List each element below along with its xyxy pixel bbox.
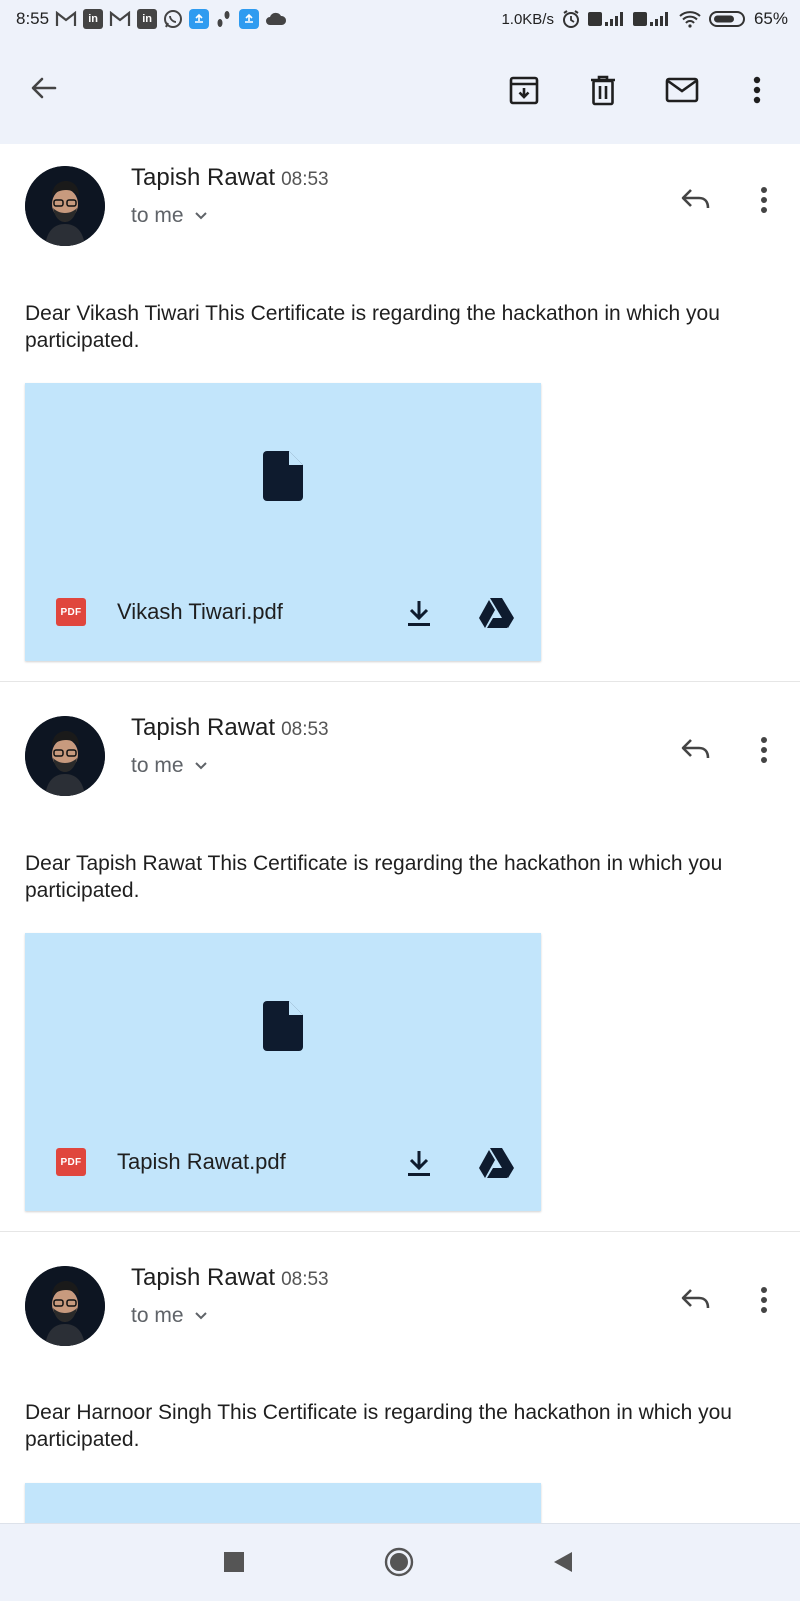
reply-icon	[681, 1289, 710, 1309]
footsteps-icon	[215, 9, 233, 29]
more-vertical-icon	[761, 737, 767, 763]
message-body: Dear Tapish Rawat This Certificate is re…	[25, 852, 723, 902]
message: Tapish Rawat 08:53 to me Dear Tapish Rawa…	[0, 694, 800, 1232]
trash-icon	[591, 75, 615, 106]
save-to-drive-button[interactable]	[474, 1141, 518, 1185]
recents-square-icon	[224, 1552, 244, 1572]
app-icon	[189, 9, 210, 29]
gmail-icon	[55, 11, 77, 27]
arrow-left-icon	[31, 77, 57, 99]
attachment-card[interactable]: PDF Tapish Rawat.pdf	[25, 933, 541, 1211]
message-time: 08:53	[281, 719, 329, 740]
user-avatar-icon	[25, 1266, 105, 1346]
message: Tapish Rawat 08:53 to me Dear Vikash Tiwa…	[0, 144, 800, 682]
battery-percent: 65%	[753, 9, 788, 28]
sender-line: Tapish Rawat 08:53	[131, 164, 329, 192]
sender-line: Tapish Rawat 08:53	[131, 714, 329, 742]
reply-button[interactable]	[674, 178, 718, 222]
chevron-down-icon	[194, 762, 207, 770]
chevron-down-icon	[194, 1312, 207, 1320]
reply-icon	[681, 739, 710, 759]
mark-unread-button[interactable]	[660, 68, 704, 112]
more-options-button[interactable]	[735, 68, 779, 112]
message: Tapish Rawat 08:53 to me Dear Harnoor Sin…	[0, 1244, 800, 1543]
message-more-button[interactable]	[742, 1278, 786, 1322]
user-avatar-icon	[25, 166, 105, 246]
archive-icon	[509, 76, 539, 105]
google-drive-icon	[479, 598, 514, 628]
save-to-drive-button[interactable]	[474, 591, 518, 635]
signal-icon	[587, 10, 626, 28]
divider	[0, 681, 800, 682]
app-bar	[0, 40, 800, 144]
attachment-file-name: Tapish Rawat.pdf	[117, 1149, 286, 1174]
download-button[interactable]	[397, 1141, 441, 1185]
reply-icon	[681, 189, 710, 209]
message-time: 08:53	[281, 169, 329, 190]
reply-button[interactable]	[674, 1278, 718, 1322]
attachment-card[interactable]: PDF Vikash Tiwari.pdf	[25, 383, 541, 661]
download-icon	[408, 1151, 430, 1176]
recipient-details-toggle[interactable]: to me	[131, 1304, 208, 1328]
divider	[0, 1231, 800, 1232]
file-icon	[263, 1001, 303, 1051]
recipient-label: to me	[131, 754, 184, 777]
recipient-label: to me	[131, 204, 184, 227]
recents-button[interactable]	[212, 1540, 256, 1584]
google-drive-icon	[479, 1148, 514, 1178]
sender-line: Tapish Rawat 08:53	[131, 1264, 329, 1292]
download-button[interactable]	[397, 591, 441, 635]
message-time: 08:53	[281, 1269, 329, 1290]
chevron-down-icon	[194, 212, 207, 220]
sender-name: Tapish Rawat	[131, 1264, 276, 1291]
message-body: Dear Vikash Tiwari This Certificate is r…	[25, 302, 720, 352]
status-bar: 8:55 in in 1.0KB/s 65%	[0, 0, 800, 40]
pdf-badge: PDF	[56, 598, 86, 626]
avatar[interactable]	[25, 716, 105, 796]
home-circle-icon	[384, 1547, 414, 1577]
recipient-details-toggle[interactable]: to me	[131, 204, 208, 228]
app-icon	[239, 9, 260, 29]
archive-button[interactable]	[502, 68, 546, 112]
linkedin-icon: in	[137, 9, 158, 29]
wifi-icon	[678, 10, 702, 28]
message-body: Dear Harnoor Singh This Certificate is r…	[25, 1401, 732, 1451]
delete-button[interactable]	[581, 68, 625, 112]
recipient-label: to me	[131, 1304, 184, 1327]
back-button[interactable]	[22, 66, 66, 110]
gmail-icon	[109, 11, 131, 27]
navigation-bar	[0, 1523, 800, 1601]
back-triangle-icon	[554, 1552, 572, 1572]
status-time: 8:55	[16, 9, 50, 28]
message-more-button[interactable]	[742, 728, 786, 772]
avatar[interactable]	[25, 1266, 105, 1346]
message-more-button[interactable]	[742, 178, 786, 222]
whatsapp-icon	[163, 9, 183, 29]
more-vertical-icon	[761, 187, 767, 213]
sender-name: Tapish Rawat	[131, 164, 276, 191]
back-nav-button[interactable]	[541, 1540, 585, 1584]
mail-icon	[665, 77, 699, 103]
file-icon	[263, 451, 303, 501]
battery-icon	[708, 10, 747, 28]
network-speed: 1.0KB/s	[501, 10, 554, 28]
cloud-icon	[265, 11, 287, 27]
pdf-badge: PDF	[56, 1148, 86, 1176]
avatar[interactable]	[25, 166, 105, 246]
signal-icon	[632, 10, 671, 28]
alarm-icon	[561, 9, 581, 29]
more-vertical-icon	[753, 76, 761, 104]
sender-name: Tapish Rawat	[131, 714, 276, 741]
more-vertical-icon	[761, 1287, 767, 1313]
user-avatar-icon	[25, 716, 105, 796]
recipient-details-toggle[interactable]: to me	[131, 754, 208, 778]
linkedin-icon: in	[83, 9, 104, 29]
download-icon	[408, 601, 430, 626]
home-button[interactable]	[377, 1540, 421, 1584]
attachment-file-name: Vikash Tiwari.pdf	[117, 599, 283, 624]
reply-button[interactable]	[674, 728, 718, 772]
